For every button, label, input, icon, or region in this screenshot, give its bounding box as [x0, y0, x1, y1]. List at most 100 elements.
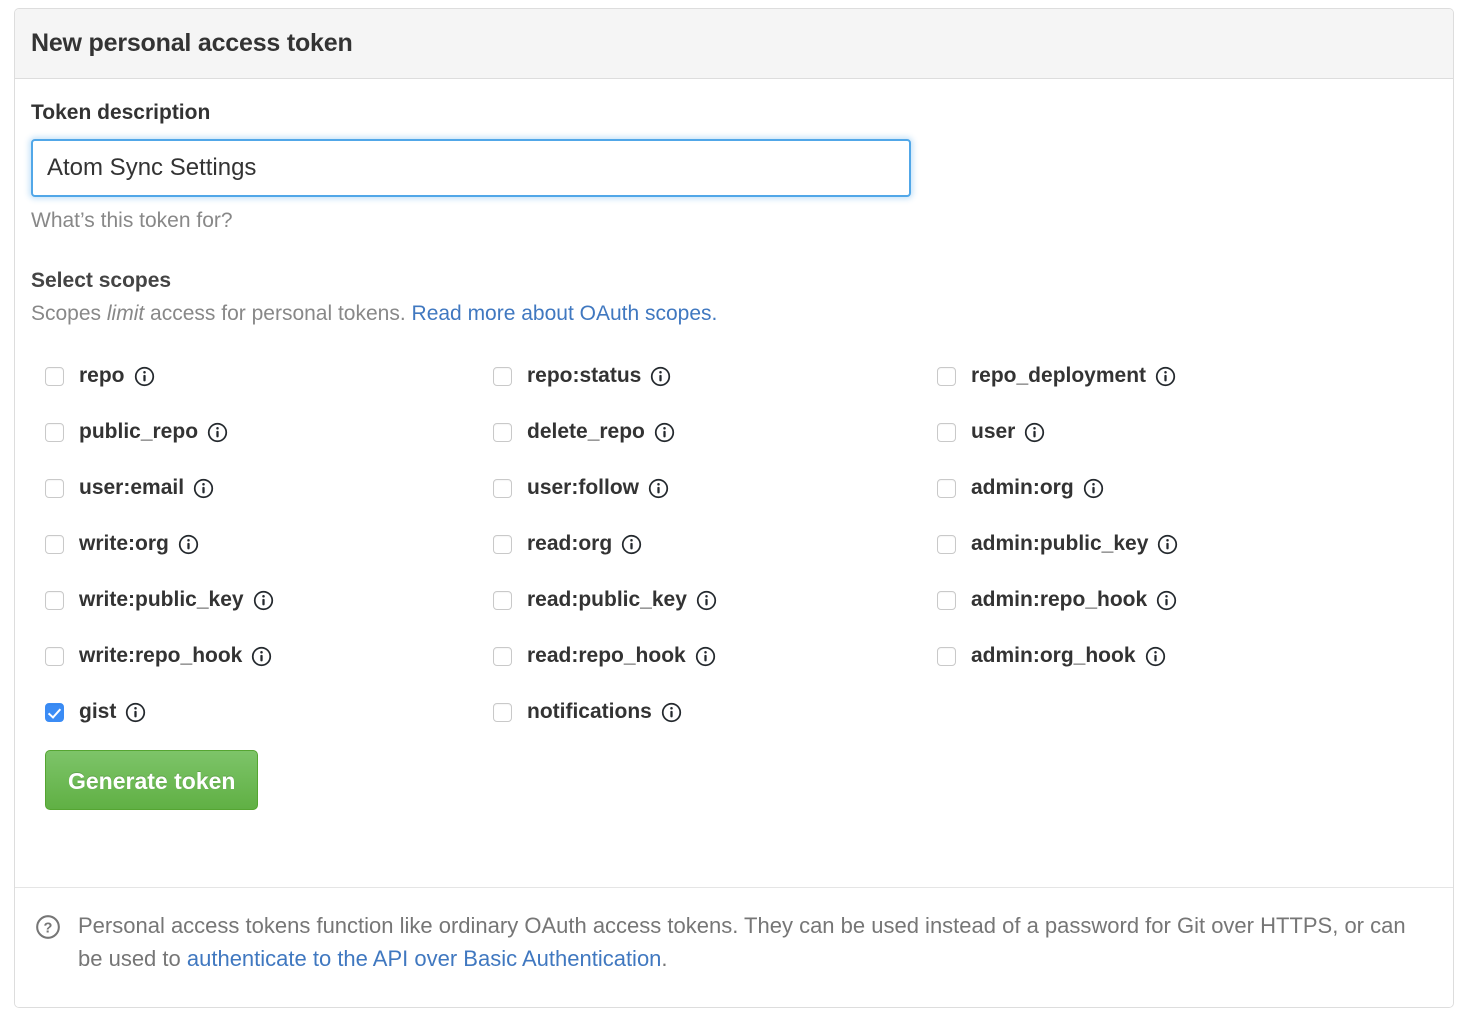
scope-row[interactable]: write:repo_hook — [45, 628, 274, 684]
panel-header: New personal access token — [15, 9, 1453, 79]
scope-row[interactable]: user:email — [45, 460, 274, 516]
scope-row[interactable]: admin:public_key — [937, 516, 1178, 572]
scopes-description: Scopes limit access for personal tokens.… — [31, 302, 1437, 326]
scope-label: user:follow — [527, 476, 640, 499]
scope-row[interactable]: admin:org — [937, 460, 1178, 516]
scopes-description-mid: access for personal tokens. — [144, 302, 412, 325]
scope-checkbox-notifications[interactable] — [493, 702, 512, 722]
info-icon[interactable] — [654, 422, 675, 443]
scope-label: read:repo_hook — [527, 644, 686, 667]
info-icon[interactable] — [134, 366, 155, 387]
scopes-column-1: repo public_repo user:email write:org write:… — [45, 348, 274, 740]
scopes-column-3: repo_deploymentuser admin:org admin:public… — [937, 348, 1178, 684]
scope-row[interactable]: repo — [45, 348, 274, 404]
scope-label: admin:public_key — [971, 532, 1149, 555]
scope-label: user — [971, 420, 1016, 443]
scope-row[interactable]: gist — [45, 684, 274, 740]
scopes-grid: repo public_repo user:email write:org write:… — [31, 348, 1437, 740]
scope-checkbox-delete_repo[interactable] — [493, 422, 512, 442]
token-description-help: What’s this token for? — [31, 209, 233, 232]
scope-checkbox-user:email[interactable] — [45, 478, 64, 498]
svg-text:?: ? — [44, 921, 53, 937]
scope-checkbox-public_repo[interactable] — [45, 422, 64, 442]
scope-label: admin:org_hook — [971, 644, 1136, 667]
info-icon[interactable] — [1156, 590, 1177, 611]
scope-label: notifications — [527, 700, 652, 723]
scope-label: admin:repo_hook — [971, 588, 1148, 611]
scope-row[interactable]: delete_repo — [493, 404, 717, 460]
scopes-description-prefix: Scopes — [31, 302, 107, 325]
info-icon[interactable] — [178, 534, 199, 555]
generate-token-button[interactable]: Generate token — [45, 750, 259, 810]
scope-checkbox-read:public_key[interactable] — [493, 590, 512, 610]
info-icon[interactable] — [621, 534, 642, 555]
scope-checkbox-repo:status[interactable] — [493, 366, 512, 386]
scope-checkbox-write:org[interactable] — [45, 534, 64, 554]
scope-label: repo:status — [527, 364, 642, 387]
question-icon: ? — [35, 914, 61, 940]
scope-label: repo_deployment — [971, 364, 1147, 387]
scope-row[interactable]: write:org — [45, 516, 274, 572]
info-icon[interactable] — [125, 702, 146, 723]
scope-row[interactable]: repo:status — [493, 348, 717, 404]
info-icon[interactable] — [696, 590, 717, 611]
scope-label: admin:org — [971, 476, 1074, 499]
panel-footer: ? Personal access tokens function like o… — [15, 887, 1453, 1007]
scope-row[interactable]: read:public_key — [493, 572, 717, 628]
scope-row[interactable]: admin:repo_hook — [937, 572, 1178, 628]
scope-row[interactable]: read:repo_hook — [493, 628, 717, 684]
scope-checkbox-read:org[interactable] — [493, 534, 512, 554]
scope-row[interactable]: write:public_key — [45, 572, 274, 628]
scope-label: user:email — [79, 476, 185, 499]
info-icon[interactable] — [661, 702, 682, 723]
token-description-input[interactable] — [31, 139, 911, 197]
scope-checkbox-repo_deployment[interactable] — [937, 366, 956, 386]
scope-checkbox-admin:repo_hook[interactable] — [937, 590, 956, 610]
scope-row[interactable]: repo_deployment — [937, 348, 1178, 404]
scope-label: repo — [79, 364, 125, 387]
info-icon[interactable] — [1157, 534, 1178, 555]
info-icon[interactable] — [648, 478, 669, 499]
info-icon[interactable] — [1083, 478, 1104, 499]
scope-checkbox-admin:public_key[interactable] — [937, 534, 956, 554]
scope-checkbox-repo[interactable] — [45, 366, 64, 386]
scope-row[interactable]: user:follow — [493, 460, 717, 516]
footer-text-part2: . — [661, 945, 668, 971]
scope-checkbox-user[interactable] — [937, 422, 956, 442]
footer-description: Personal access tokens function like ord… — [78, 910, 1431, 1007]
select-scopes-heading: Select scopes — [31, 269, 172, 292]
new-token-panel: New personal access token Token descript… — [14, 8, 1454, 1008]
token-description-label: Token description — [31, 101, 211, 124]
scope-checkbox-write:repo_hook[interactable] — [45, 646, 64, 666]
info-icon[interactable] — [695, 646, 716, 667]
scope-row[interactable]: notifications — [493, 684, 717, 740]
info-icon[interactable] — [193, 478, 214, 499]
scope-row[interactable]: admin:org_hook — [937, 628, 1178, 684]
oauth-scopes-link[interactable]: Read more about OAuth scopes. — [412, 302, 718, 325]
scope-checkbox-write:public_key[interactable] — [45, 590, 64, 610]
scope-checkbox-admin:org[interactable] — [937, 478, 956, 498]
info-icon[interactable] — [251, 646, 272, 667]
info-icon[interactable] — [253, 590, 274, 611]
page-title: New personal access token — [31, 29, 353, 57]
scope-checkbox-user:follow[interactable] — [493, 478, 512, 498]
scope-label: write:org — [79, 532, 169, 555]
panel-body: Token description What’s this token for?… — [15, 79, 1453, 810]
scope-row[interactable]: public_repo — [45, 404, 274, 460]
scope-label: read:org — [527, 532, 613, 555]
scope-checkbox-gist[interactable] — [45, 702, 64, 722]
scope-label: write:repo_hook — [79, 644, 243, 667]
scopes-description-emphasis: limit — [106, 302, 145, 325]
info-icon[interactable] — [207, 422, 228, 443]
info-icon[interactable] — [650, 366, 671, 387]
basic-auth-link[interactable]: authenticate to the API over Basic Authe… — [187, 946, 662, 971]
scope-checkbox-read:repo_hook[interactable] — [493, 646, 512, 666]
info-icon[interactable] — [1155, 366, 1176, 387]
scope-label: gist — [79, 700, 117, 723]
info-icon[interactable] — [1024, 422, 1045, 443]
scope-label: write:public_key — [79, 588, 244, 611]
info-icon[interactable] — [1145, 646, 1166, 667]
scope-row[interactable]: user — [937, 404, 1178, 460]
scope-checkbox-admin:org_hook[interactable] — [937, 646, 956, 666]
scope-row[interactable]: read:org — [493, 516, 717, 572]
